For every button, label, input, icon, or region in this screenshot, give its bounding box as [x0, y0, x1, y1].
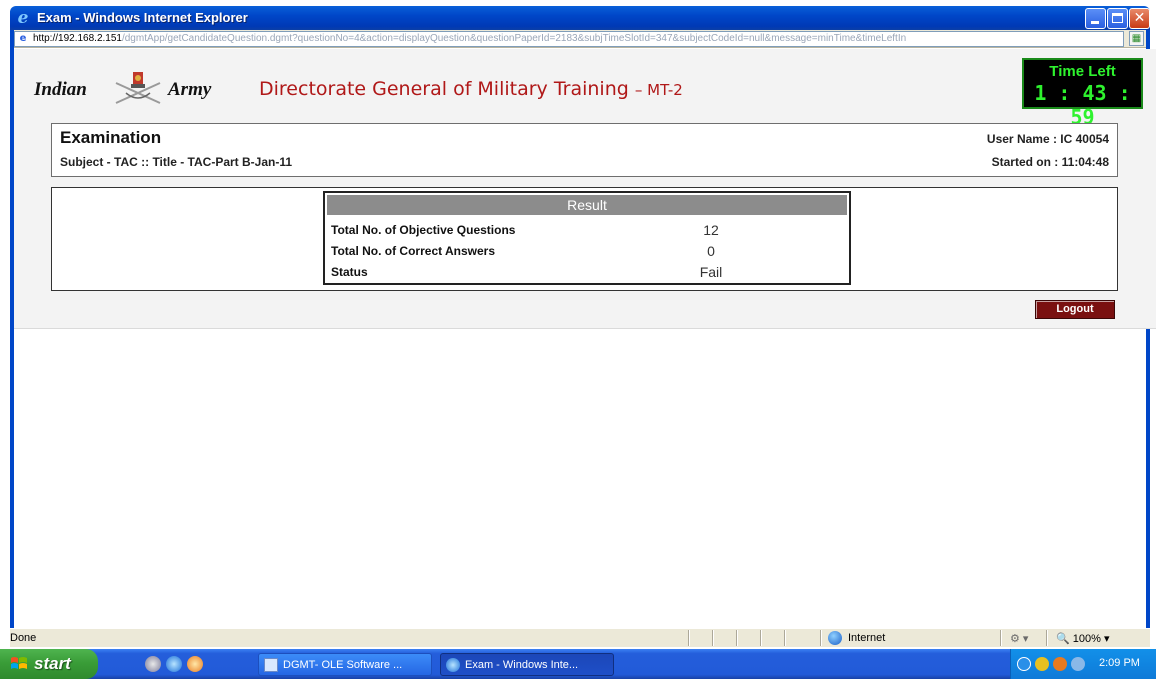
indian-army-emblem	[115, 72, 161, 104]
status-divider	[712, 630, 714, 646]
exam-info-box: Examination Subject - TAC :: Title - TAC…	[51, 123, 1118, 177]
status-divider	[1000, 630, 1002, 646]
minimize-icon	[1091, 21, 1099, 24]
close-icon: ✕	[1133, 10, 1146, 26]
taskbar-item-label: DGMT- OLE Software ...	[283, 659, 403, 671]
url-host: http://192.168.2.151	[33, 33, 122, 44]
close-button[interactable]: ✕	[1129, 8, 1150, 29]
taskbar-item-dgmt-ole[interactable]: DGMT- OLE Software ...	[258, 653, 432, 676]
result-heading: Result	[327, 195, 847, 215]
windows-flag-icon	[11, 657, 27, 669]
taskbar-item-label: Exam - Windows Inte...	[465, 659, 579, 671]
zoom-level[interactable]: 🔍 100% ▾	[1056, 632, 1109, 645]
minimize-button[interactable]	[1085, 8, 1106, 29]
result-row: Status Fail	[331, 262, 847, 282]
logo-indian-text: Indian	[34, 79, 87, 100]
network-icon[interactable]	[1071, 657, 1085, 671]
status-divider	[760, 630, 762, 646]
tray-app-icon[interactable]	[1053, 657, 1067, 671]
tray-expand-icon[interactable]	[1017, 657, 1031, 671]
security-zone: Internet	[848, 632, 886, 644]
address-bar: e http://192.168.2.151/dgmtApp/getCandid…	[14, 30, 1146, 48]
security-shield-icon[interactable]	[1035, 657, 1049, 671]
time-left-label: Time Left	[1049, 63, 1116, 80]
status-divider	[688, 630, 690, 646]
status-bar: Done Internet ⚙ ▾ 🔍 100% ▾	[10, 628, 1150, 647]
result-table: Result Total No. of Objective Questions …	[323, 191, 851, 285]
page-title-text: Directorate General of Military Training	[259, 78, 629, 100]
start-label: start	[34, 654, 71, 673]
app-panel: Indian Army Directorate General of Milit…	[14, 49, 1156, 329]
result-label: Total No. of Objective Questions	[331, 223, 516, 237]
show-desktop-icon[interactable]	[145, 656, 161, 672]
logout-button[interactable]: Logout	[1035, 300, 1115, 319]
maximize-button[interactable]	[1107, 8, 1128, 29]
exam-subject: Subject - TAC :: Title - TAC-Part B-Jan-…	[60, 155, 293, 169]
media-player-icon[interactable]	[187, 656, 203, 672]
internet-explorer-icon: e	[17, 8, 29, 28]
start-button[interactable]: start	[0, 649, 98, 679]
internet-explorer-icon	[446, 658, 460, 672]
system-tray: 2:09 PM	[1010, 649, 1156, 679]
zoom-value: 100%	[1072, 633, 1101, 645]
url-text: http://192.168.2.151/dgmtApp/getCandidat…	[33, 33, 906, 44]
protected-mode-icon[interactable]: ⚙ ▾	[1010, 632, 1028, 645]
result-label: Total No. of Correct Answers	[331, 244, 496, 258]
indian-army-logo: Indian Army	[34, 69, 239, 109]
globe-icon	[828, 631, 842, 645]
started-on: Started on : 11:04:48	[991, 155, 1109, 169]
url-field[interactable]: e http://192.168.2.151/dgmtApp/getCandid…	[14, 31, 1124, 47]
result-value: 12	[703, 222, 719, 238]
logo-army-text: Army	[168, 79, 212, 100]
result-row: Total No. of Objective Questions 12	[331, 220, 847, 240]
time-left-value: 1 : 43 : 59	[1034, 81, 1131, 129]
screen: e Exam - Windows Internet Explorer ✕ e h…	[0, 0, 1156, 679]
result-row: Total No. of Correct Answers 0	[331, 241, 847, 261]
url-path: /dgmtApp/getCandidateQuestion.dgmt?quest…	[121, 33, 907, 44]
taskbar-item-exam[interactable]: Exam - Windows Inte...	[440, 653, 614, 676]
page-icon: e	[19, 33, 27, 44]
internet-explorer-icon[interactable]	[166, 656, 182, 672]
status-divider	[820, 630, 822, 646]
compatibility-view-icon[interactable]: ▦	[1129, 31, 1144, 46]
user-name: User Name : IC 40054	[986, 132, 1109, 146]
result-value: 0	[707, 243, 715, 259]
status-divider	[784, 630, 786, 646]
title-bar[interactable]: e Exam - Windows Internet Explorer ✕	[10, 6, 1150, 30]
page-title-suffix: – MT-2	[634, 81, 683, 99]
result-label: Status	[331, 265, 368, 279]
result-value: Fail	[699, 264, 723, 280]
result-container: Result Total No. of Objective Questions …	[51, 187, 1118, 291]
document-icon	[264, 658, 278, 672]
status-divider	[736, 630, 738, 646]
clock[interactable]: 2:09 PM	[1099, 657, 1140, 669]
page-content: Indian Army Directorate General of Milit…	[14, 49, 1156, 628]
exam-title: Examination	[60, 128, 162, 147]
page-title: Directorate General of Military Training…	[259, 78, 683, 100]
window-title: Exam - Windows Internet Explorer	[37, 10, 248, 25]
status-text: Done	[10, 632, 37, 644]
status-divider	[1046, 630, 1048, 646]
time-left-panel: Time Left 1 : 43 : 59	[1022, 58, 1143, 129]
taskbar: start DGMT- OLE Software ... Exam - Wind…	[0, 649, 1156, 679]
maximize-icon	[1112, 13, 1123, 23]
